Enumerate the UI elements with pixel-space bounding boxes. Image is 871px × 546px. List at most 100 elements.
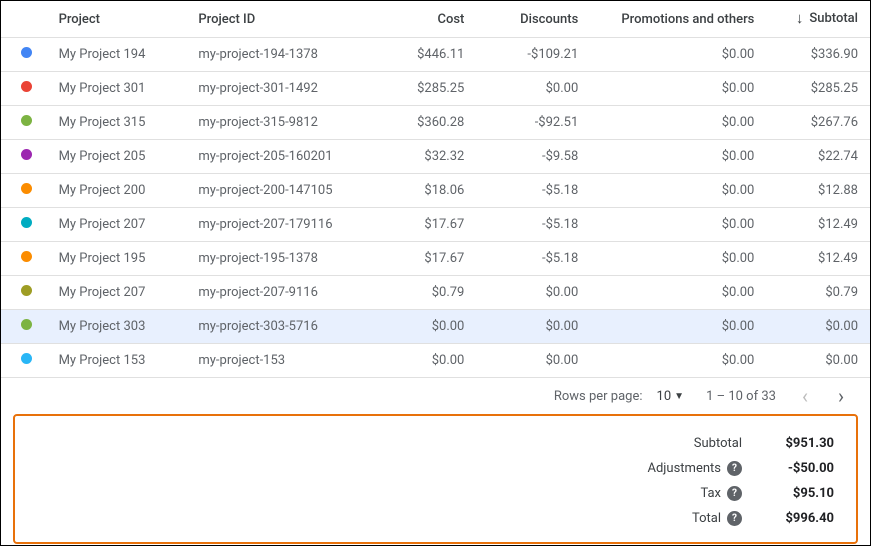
header-project-id[interactable]: Project ID [186, 1, 372, 38]
color-dot-icon [21, 217, 32, 228]
row-color-cell [1, 276, 47, 310]
row-subtotal: $12.49 [766, 208, 870, 242]
row-subtotal: $12.88 [766, 174, 870, 208]
row-subtotal: $22.74 [766, 140, 870, 174]
rows-per-page-value: 10 [657, 389, 672, 404]
rows-per-page-label: Rows per page: [554, 389, 643, 404]
row-cost: $0.00 [373, 344, 477, 378]
caret-down-icon: ▼ [674, 391, 684, 402]
table-row[interactable]: My Project 200my-project-200-147105$18.0… [1, 174, 870, 208]
summary-subtotal-value: $951.30 [770, 436, 834, 451]
row-color-cell [1, 344, 47, 378]
row-project-id: my-project-195-1378 [186, 242, 372, 276]
pagination-range: 1 – 10 of 33 [706, 389, 776, 404]
chevron-left-icon: ‹ [802, 384, 808, 408]
table-row[interactable]: My Project 153my-project-153$0.00$0.00$0… [1, 344, 870, 378]
row-color-cell [1, 310, 47, 344]
row-project-id: my-project-315-9812 [186, 106, 372, 140]
billing-table: Project Project ID Cost Discounts Promot… [1, 1, 870, 378]
row-subtotal: $267.76 [766, 106, 870, 140]
row-discounts: -$5.18 [476, 208, 590, 242]
row-color-cell [1, 72, 47, 106]
summary-total-text: Total [692, 511, 721, 526]
row-promotions: $0.00 [590, 344, 766, 378]
row-project-id: my-project-207-179116 [186, 208, 372, 242]
pagination-bar: Rows per page: 10 ▼ 1 – 10 of 33 ‹ › [1, 378, 870, 412]
rows-per-page-select[interactable]: 10 ▼ [657, 389, 685, 404]
row-discounts: $0.00 [476, 72, 590, 106]
color-dot-icon [21, 319, 32, 330]
prev-page-button[interactable]: ‹ [798, 386, 812, 406]
table-row[interactable]: My Project 207my-project-207-9116$0.79$0… [1, 276, 870, 310]
row-discounts: -$5.18 [476, 174, 590, 208]
next-page-button[interactable]: › [834, 386, 848, 406]
row-subtotal: $0.00 [766, 344, 870, 378]
row-cost: $17.67 [373, 242, 477, 276]
table-row[interactable]: My Project 301my-project-301-1492$285.25… [1, 72, 870, 106]
row-promotions: $0.00 [590, 174, 766, 208]
row-subtotal: $0.79 [766, 276, 870, 310]
row-cost: $446.11 [373, 38, 477, 72]
row-project-id: my-project-205-160201 [186, 140, 372, 174]
row-promotions: $0.00 [590, 208, 766, 242]
row-project-id: my-project-194-1378 [186, 38, 372, 72]
row-project: My Project 195 [47, 242, 187, 276]
table-row[interactable]: My Project 315my-project-315-9812$360.28… [1, 106, 870, 140]
row-color-cell [1, 174, 47, 208]
row-cost: $18.06 [373, 174, 477, 208]
color-dot-icon [21, 285, 32, 296]
row-cost: $17.67 [373, 208, 477, 242]
header-discounts[interactable]: Discounts [476, 1, 590, 38]
summary-total-label: Total ? [534, 511, 742, 526]
row-promotions: $0.00 [590, 72, 766, 106]
row-discounts: $0.00 [476, 344, 590, 378]
row-promotions: $0.00 [590, 106, 766, 140]
row-cost: $32.32 [373, 140, 477, 174]
billing-table-container: Project Project ID Cost Discounts Promot… [1, 1, 870, 544]
row-subtotal: $12.49 [766, 242, 870, 276]
row-project: My Project 207 [47, 276, 187, 310]
summary-adjustments-value: -$50.00 [770, 461, 834, 476]
table-row[interactable]: My Project 194my-project-194-1378$446.11… [1, 38, 870, 72]
row-discounts: -$109.21 [476, 38, 590, 72]
row-project: My Project 315 [47, 106, 187, 140]
header-cost[interactable]: Cost [373, 1, 477, 38]
header-promotions[interactable]: Promotions and others [590, 1, 766, 38]
row-cost: $285.25 [373, 72, 477, 106]
summary-total-value: $996.40 [770, 511, 834, 526]
help-icon[interactable]: ? [727, 461, 742, 476]
row-project-id: my-project-303-5716 [186, 310, 372, 344]
table-row[interactable]: My Project 195my-project-195-1378$17.67-… [1, 242, 870, 276]
row-promotions: $0.00 [590, 242, 766, 276]
row-promotions: $0.00 [590, 140, 766, 174]
table-header-row: Project Project ID Cost Discounts Promot… [1, 1, 870, 38]
header-color [1, 1, 47, 38]
color-dot-icon [21, 81, 32, 92]
header-project[interactable]: Project [47, 1, 187, 38]
row-project: My Project 153 [47, 344, 187, 378]
color-dot-icon [21, 183, 32, 194]
summary-tax-value: $95.10 [770, 486, 834, 501]
row-color-cell [1, 242, 47, 276]
table-row[interactable]: My Project 303my-project-303-5716$0.00$0… [1, 310, 870, 344]
color-dot-icon [21, 149, 32, 160]
header-subtotal[interactable]: ↓ Subtotal [766, 1, 870, 38]
table-row[interactable]: My Project 205my-project-205-160201$32.3… [1, 140, 870, 174]
help-icon[interactable]: ? [727, 511, 742, 526]
arrow-down-icon: ↓ [796, 11, 804, 26]
row-project-id: my-project-301-1492 [186, 72, 372, 106]
summary-tax-label: Tax ? [534, 486, 742, 501]
row-project: My Project 301 [47, 72, 187, 106]
row-discounts: -$9.58 [476, 140, 590, 174]
summary-tax-text: Tax [700, 486, 721, 501]
summary-box: Subtotal $951.30 Adjustments ? -$50.00 T… [13, 414, 858, 544]
row-color-cell [1, 208, 47, 242]
color-dot-icon [21, 353, 32, 364]
table-row[interactable]: My Project 207my-project-207-179116$17.6… [1, 208, 870, 242]
color-dot-icon [21, 251, 32, 262]
help-icon[interactable]: ? [727, 486, 742, 501]
row-discounts: $0.00 [476, 276, 590, 310]
chevron-right-icon: › [838, 384, 844, 408]
summary-subtotal-label: Subtotal [534, 436, 742, 451]
row-color-cell [1, 140, 47, 174]
